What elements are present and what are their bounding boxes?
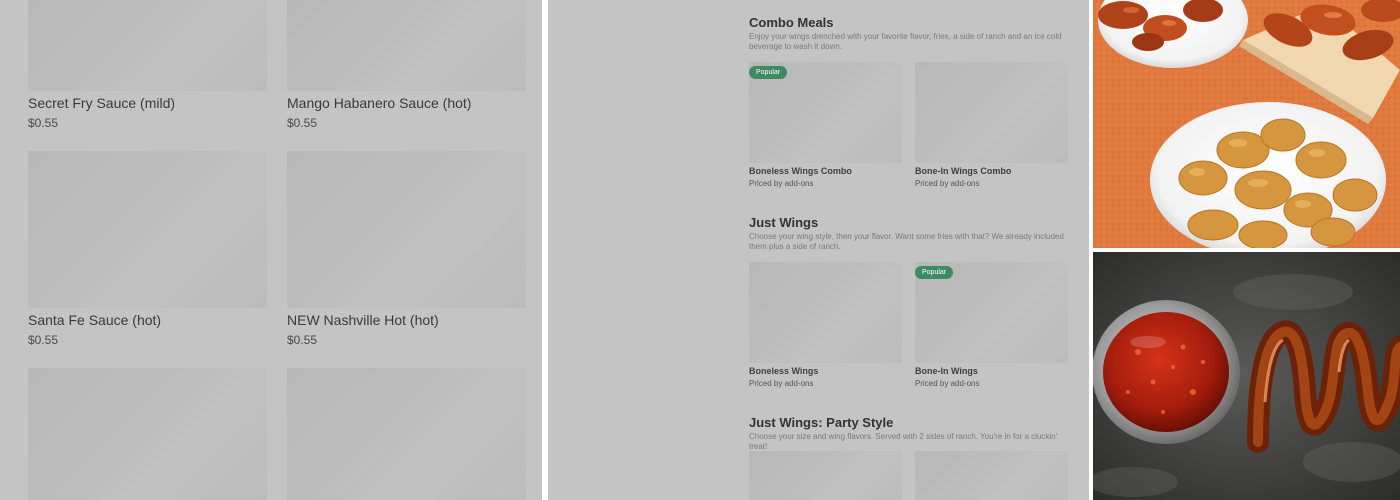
sauce-illustration xyxy=(1093,252,1400,500)
item-image-placeholder[interactable] xyxy=(287,0,526,91)
item-name[interactable]: Mango Habanero Sauce (hot) xyxy=(287,95,471,111)
section-title: Just Wings: Party Style xyxy=(749,415,894,430)
item-price: $0.55 xyxy=(28,333,59,347)
item-image-placeholder[interactable] xyxy=(287,151,526,308)
popular-badge: Popular xyxy=(915,266,954,279)
sauce-photo xyxy=(1093,252,1400,500)
sauce-grid-panel: Secret Fry Sauce (mild) $0.55 Mango Haba… xyxy=(0,0,542,500)
wings-illustration xyxy=(1093,0,1400,248)
menu-item-image-placeholder[interactable] xyxy=(915,451,1068,500)
menu-item-price: Priced by add-ons xyxy=(915,179,980,188)
menu-item-name[interactable]: Bone-In Wings xyxy=(915,366,978,376)
item-price: $0.55 xyxy=(287,116,318,130)
item-price: $0.55 xyxy=(28,116,59,130)
item-image-placeholder[interactable] xyxy=(28,151,267,308)
menu-item-price: Priced by add-ons xyxy=(749,179,814,188)
menu-item-name[interactable]: Bone-In Wings Combo xyxy=(915,166,1011,176)
item-name[interactable]: Secret Fry Sauce (mild) xyxy=(28,95,175,111)
menu-item-image-placeholder[interactable] xyxy=(915,62,1068,163)
item-name[interactable]: Santa Fe Sauce (hot) xyxy=(28,312,161,328)
menu-item-name[interactable]: Boneless Wings xyxy=(749,366,818,376)
menu-item-image-placeholder[interactable] xyxy=(749,262,902,363)
menu-sections-panel: Combo Meals Enjoy your wings drenched wi… xyxy=(548,0,1089,500)
item-image-placeholder[interactable] xyxy=(28,368,267,500)
menu-item-name[interactable]: Boneless Wings Combo xyxy=(749,166,852,176)
menu-item-image-placeholder[interactable] xyxy=(749,451,902,500)
section-title: Combo Meals xyxy=(749,15,834,30)
wings-photo xyxy=(1093,0,1400,248)
menu-item-price: Priced by add-ons xyxy=(749,379,814,388)
item-image-placeholder[interactable] xyxy=(287,368,526,500)
section-title: Just Wings xyxy=(749,215,819,230)
food-photos-panel xyxy=(1093,0,1400,500)
section-description: Choose your size and wing flavors. Serve… xyxy=(749,432,1058,451)
section-description: Enjoy your wings drenched with your favo… xyxy=(749,32,1062,51)
item-price: $0.55 xyxy=(287,333,318,347)
section-description: Choose your wing style, then your flavor… xyxy=(749,232,1064,251)
popular-badge: Popular xyxy=(749,66,788,79)
item-name[interactable]: NEW Nashville Hot (hot) xyxy=(287,312,439,328)
item-image-placeholder[interactable] xyxy=(28,0,267,91)
menu-item-price: Priced by add-ons xyxy=(915,379,980,388)
